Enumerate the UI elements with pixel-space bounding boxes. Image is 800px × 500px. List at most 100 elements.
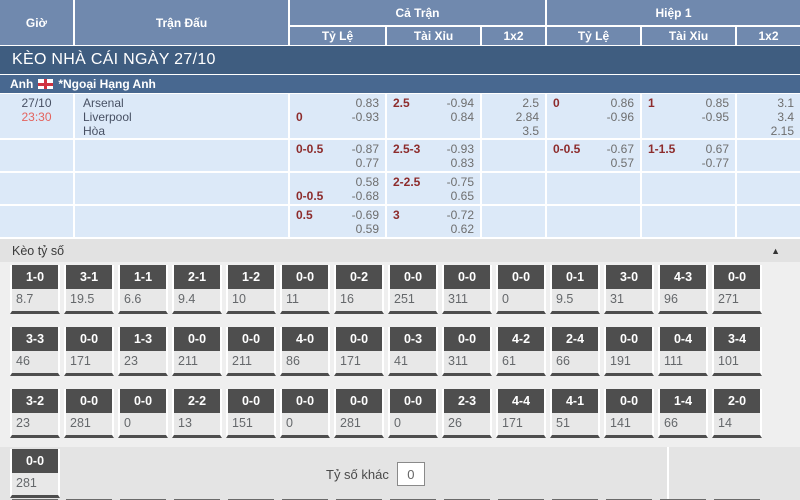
odds-cell-ft-taixiu[interactable]: 2.5-0.940.84 — [387, 94, 480, 138]
score-box: 0-0 — [174, 327, 220, 351]
odds-value: 0.86 — [547, 96, 634, 110]
score-box: 0-0 — [444, 327, 490, 351]
score-cell[interactable]: 0-0211 — [172, 327, 222, 376]
score-cell[interactable]: 2-326 — [442, 389, 492, 438]
score-cell[interactable]: 0-011 — [280, 265, 330, 314]
odds-cell-ft-1x2[interactable]: 2.52.843.5 — [482, 94, 545, 138]
collapse-arrow-icon[interactable]: ▲ — [771, 246, 780, 256]
header-h1-handicap: Tỷ Lệ — [547, 27, 640, 45]
odds-cell-h1-1x2[interactable]: 3.13.42.15 — [737, 94, 800, 138]
score-cell[interactable]: 1-08.7 — [10, 265, 60, 314]
handicap-label: 2.5-3 — [393, 142, 420, 156]
score-cell[interactable]: 0-216 — [334, 265, 384, 314]
odds-cell-h1-tyle[interactable]: 00.86-0.96 — [547, 94, 640, 138]
score-odd: 23 — [120, 351, 166, 368]
score-cell[interactable]: 0-00 — [118, 389, 168, 438]
match-time-cell — [0, 206, 73, 237]
score-box: 0-0 — [444, 265, 490, 289]
score-cell[interactable]: 0-4111 — [658, 327, 708, 376]
score-cell[interactable]: 0-19.5 — [550, 265, 600, 314]
score-cell[interactable]: 1-466 — [658, 389, 708, 438]
score-cell[interactable]: 2-213 — [172, 389, 222, 438]
score-cell[interactable]: 2-466 — [550, 327, 600, 376]
score-cell[interactable]: 1-16.6 — [118, 265, 168, 314]
score-cell[interactable]: 3-4101 — [712, 327, 762, 376]
score-cell[interactable]: 0-0171 — [334, 327, 384, 376]
score-cell[interactable]: 0-00 — [496, 265, 546, 314]
score-cell[interactable]: 1-323 — [118, 327, 168, 376]
score-cell[interactable]: 0-0151 — [226, 389, 276, 438]
score-cell[interactable]: 3-346 — [10, 327, 60, 376]
score-odd: 0 — [498, 289, 544, 306]
score-odd: 9.5 — [552, 289, 598, 306]
score-cell[interactable]: 0-0311 — [442, 327, 492, 376]
header-time-col: Giờ — [0, 0, 73, 45]
odds-cell-ft-taixiu[interactable]: 3-0.720.62 — [387, 206, 480, 237]
score-box: 1-0 — [12, 265, 58, 289]
score-cell[interactable]: 0-0251 — [388, 265, 438, 314]
score-cell[interactable]: 4-261 — [496, 327, 546, 376]
handicap-label: 2-2.5 — [393, 175, 420, 189]
odds-cell-ft-taixiu[interactable]: 2.5-3-0.930.83 — [387, 140, 480, 171]
correct-score-section-bar[interactable]: Kèo tỷ số ▲ — [0, 239, 800, 262]
score-cell[interactable]: 2-014 — [712, 389, 762, 438]
score-odd: 16 — [336, 289, 382, 306]
score-cell[interactable]: 0-00 — [280, 389, 330, 438]
odds-cell-h1-taixiu[interactable]: 1-1.50.67-0.77 — [642, 140, 735, 171]
odds-cell-ft-tyle[interactable]: 0.5-0.690.59 — [290, 206, 385, 237]
other-score-label: Tỷ số khác — [326, 467, 389, 482]
betting-odds-page: Giờ Trận Đấu Cả Trận Hiệp 1 Tỷ Lệ Tài Xỉ… — [0, 0, 800, 500]
score-box: 3-0 — [606, 265, 652, 289]
score-odd: 10 — [228, 289, 274, 306]
odds-value: 0.59 — [290, 222, 379, 236]
score-cell[interactable]: 2-19.4 — [172, 265, 222, 314]
header-match-col: Trận Đấu — [75, 0, 288, 45]
score-cell[interactable]: 0-0281 — [64, 389, 114, 438]
score-cell[interactable]: 0-0281 — [10, 449, 60, 498]
score-cell[interactable]: 4-396 — [658, 265, 708, 314]
kickoff-time: 23:30 — [0, 110, 73, 124]
score-grid-footer: 0-0281 Tỷ số khác — [0, 447, 800, 500]
score-cell[interactable]: 3-119.5 — [64, 265, 114, 314]
odds-cell-ft-tyle[interactable]: 0-0.5-0.870.77 — [290, 140, 385, 171]
score-box: 3-4 — [714, 327, 760, 351]
score-odd: 66 — [660, 413, 706, 430]
league-bar[interactable]: Anh *Ngoại Hạng Anh — [0, 75, 800, 93]
score-box: 0-1 — [552, 265, 598, 289]
odds-cell-ft-1x2 — [482, 140, 545, 171]
handicap-label: 1 — [648, 96, 655, 110]
score-cell[interactable]: 4-151 — [550, 389, 600, 438]
score-cell[interactable]: 0-0311 — [442, 265, 492, 314]
odds-values: 0.85-0.95 — [642, 96, 735, 124]
score-cell[interactable]: 0-00 — [388, 389, 438, 438]
score-cell[interactable]: 0-0271 — [712, 265, 762, 314]
score-cell[interactable]: 0-0211 — [226, 327, 276, 376]
handicap-label: 3 — [393, 208, 400, 222]
score-cell[interactable]: 0-0141 — [604, 389, 654, 438]
odds-cell-h1-taixiu[interactable]: 10.85-0.95 — [642, 94, 735, 138]
score-cell[interactable]: 4-4171 — [496, 389, 546, 438]
odds-cell-ft-taixiu[interactable]: 2-2.5-0.750.65 — [387, 173, 480, 204]
score-box: 0-0 — [336, 327, 382, 351]
odds-cell-h1-tyle[interactable]: 0-0.5-0.670.57 — [547, 140, 640, 171]
odds-values: 0.86-0.96 — [547, 96, 640, 124]
score-cell[interactable]: 0-0171 — [64, 327, 114, 376]
score-cell[interactable]: 0-0281 — [334, 389, 384, 438]
score-cell[interactable]: 0-341 — [388, 327, 438, 376]
score-cell[interactable]: 3-031 — [604, 265, 654, 314]
score-cell[interactable]: 3-223 — [10, 389, 60, 438]
score-odd: 41 — [390, 351, 436, 368]
other-score-input[interactable] — [397, 462, 425, 486]
score-box: 1-1 — [120, 265, 166, 289]
score-cell[interactable]: 4-086 — [280, 327, 330, 376]
odds-cell-ft-tyle[interactable]: 00.83-0.93 — [290, 94, 385, 138]
score-box: 0-3 — [390, 327, 436, 351]
score-cell[interactable]: 1-210 — [226, 265, 276, 314]
header-full-time-group: Cả Trận — [290, 0, 545, 25]
odds-value: 0.62 — [387, 222, 474, 236]
odds-cell-ft-tyle[interactable]: 0-0.50.58-0.68 — [290, 173, 385, 204]
score-box: 0-0 — [282, 389, 328, 413]
date-title-bar: KÈO NHÀ CÁI NGÀY 27/10 — [0, 46, 800, 74]
score-cell[interactable]: 0-0191 — [604, 327, 654, 376]
score-box: 4-0 — [282, 327, 328, 351]
